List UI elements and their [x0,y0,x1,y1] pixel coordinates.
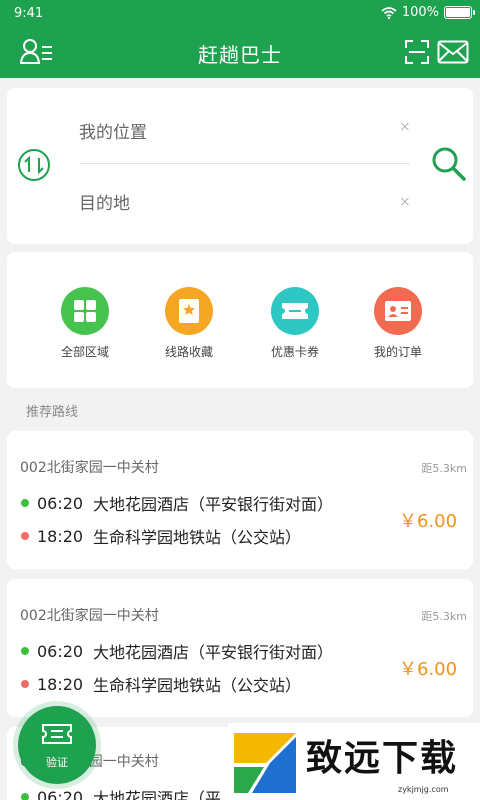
route-price: ￥6.00 [399,511,458,532]
nav-bar: 赶趟巴士 [0,30,480,78]
menu-coupons[interactable]: 优惠卡券 [250,287,340,360]
quick-menu: 全部区域 线路收藏 优惠卡券 我的订单 [7,252,473,388]
origin-field[interactable]: 我的位置 [79,118,147,143]
status-time: 9:41 [14,6,44,21]
clear-origin-icon[interactable]: × [399,119,411,135]
battery-icon [444,6,475,19]
departure-stop: 06:20 大地花园酒店（平安银行街对面） [21,491,333,515]
departure-stop-name: 大地花园酒店（平 [93,789,222,800]
mail-icon[interactable] [437,40,469,68]
clear-destination-icon[interactable]: × [399,194,411,210]
start-dot-icon [21,647,29,655]
arrival-stop: 18:20 生命科学园地铁站（公交站） [21,672,301,696]
menu-my-orders[interactable]: 我的订单 [353,287,443,360]
watermark-text: 致远下载 [306,738,459,779]
ticket-icon [271,287,319,335]
start-dot-icon [21,793,29,800]
departure-stop: 06:20 大地花园酒店（平安银行街对面） [21,639,333,663]
status-bar: 9:41 100% [0,0,480,30]
search-icon[interactable] [431,146,467,186]
grid-icon [61,287,109,335]
end-dot-icon [21,680,29,688]
menu-label: 线路收藏 [164,345,213,359]
verify-label: 验证 [46,756,68,769]
departure-stop-name: 大地花园酒店（平安银行街对面） [93,495,334,514]
swap-direction-icon[interactable] [17,148,51,186]
end-dot-icon [21,532,29,540]
arrival-time: 18:20 [37,526,84,546]
arrival-stop-name: 生命科学园地铁站（公交站） [93,676,302,695]
route-distance: 距5.3km [421,610,467,623]
menu-label: 我的订单 [373,345,422,359]
verify-button[interactable]: 验证 [18,706,96,784]
battery-percent: 100% [401,5,439,20]
star-bookmark-icon [165,287,213,335]
watermark-url: zykjmjg.com [398,785,449,794]
status-right: 100% [381,5,475,20]
id-card-icon [374,287,422,335]
departure-time: 06:20 [37,787,84,800]
route-card[interactable]: 002北街家园一中关村 距5.3km 06:20 大地花园酒店（平安银行街对面）… [7,579,473,717]
menu-label: 优惠卡券 [270,345,319,359]
top-bar: 9:41 100% 赶趟巴士 [0,0,480,78]
ticket-icon [41,723,73,749]
departure-stop: 06:20 大地花园酒店（平 [21,785,221,800]
search-card: 我的位置 × 目的地 × [7,88,473,244]
departure-time: 06:20 [37,493,84,513]
field-divider [80,163,410,164]
destination-field[interactable]: 目的地 [79,189,130,214]
departure-time: 06:20 [37,641,84,661]
wifi-icon [381,6,397,19]
scan-icon[interactable] [404,39,430,69]
menu-route-favorites[interactable]: 线路收藏 [144,287,234,360]
watermark: 致远下载 zykjmjg.com [228,723,480,800]
menu-all-regions[interactable]: 全部区域 [40,287,130,360]
menu-label: 全部区域 [60,345,109,359]
arrival-time: 18:20 [37,674,84,694]
route-distance: 距5.3km [421,462,467,475]
arrival-stop: 18:20 生命科学园地铁站（公交站） [21,524,301,548]
route-name: 002北街家园一中关村 [20,608,159,624]
route-name: 002北街家园一中关村 [20,460,159,476]
route-card[interactable]: 002北街家园一中关村 距5.3km 06:20 大地花园酒店（平安银行街对面）… [7,431,473,569]
arrival-stop-name: 生命科学园地铁站（公交站） [93,528,302,547]
watermark-logo [230,729,300,799]
departure-stop-name: 大地花园酒店（平安银行街对面） [93,643,334,662]
section-title: 推荐路线 [26,405,79,420]
start-dot-icon [21,499,29,507]
route-price: ￥6.00 [399,659,458,680]
